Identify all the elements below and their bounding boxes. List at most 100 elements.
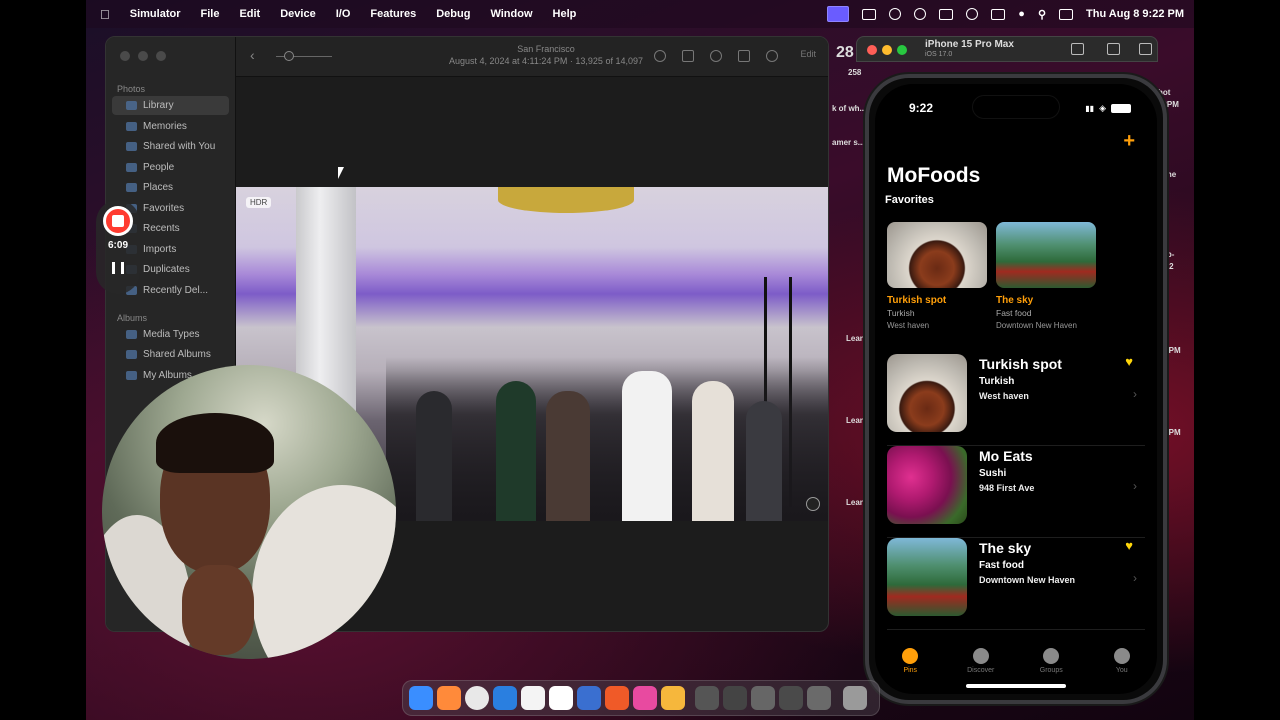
swift-icon[interactable] bbox=[605, 686, 629, 710]
record-icon[interactable] bbox=[914, 8, 927, 20]
bg-text: Lean bbox=[846, 498, 865, 507]
desktop:  Simulator File Edit Device I/O Feature… bbox=[86, 0, 1194, 720]
pause-icon[interactable] bbox=[112, 262, 124, 274]
info-icon[interactable] bbox=[654, 50, 666, 62]
zoom-button[interactable] bbox=[897, 45, 907, 55]
photo-person bbox=[416, 391, 452, 521]
add-button[interactable]: + bbox=[1123, 130, 1135, 153]
photo-crowd bbox=[386, 357, 828, 521]
sidebar-item-label: Duplicates bbox=[143, 264, 190, 275]
apple-menu-icon[interactable]:  bbox=[100, 7, 110, 22]
photo-person bbox=[496, 381, 536, 521]
screenshot-icon[interactable] bbox=[1107, 43, 1120, 55]
zoom-button[interactable] bbox=[156, 51, 166, 61]
window-thumbnail-icon[interactable] bbox=[751, 686, 775, 710]
favorite-card[interactable]: The sky Fast food Downtown New Haven bbox=[996, 222, 1096, 330]
bg-text: Lean bbox=[846, 334, 865, 343]
bg-text: 28 bbox=[836, 44, 854, 61]
photos-icon[interactable] bbox=[633, 686, 657, 710]
restaurant-row[interactable]: Mo Eats Sushi 948 First Ave › bbox=[887, 446, 1145, 538]
home-icon[interactable] bbox=[1071, 43, 1084, 55]
control-center-icon[interactable] bbox=[1059, 8, 1073, 20]
window-thumbnail-icon[interactable] bbox=[807, 686, 831, 710]
signal-icon: ▮▮ bbox=[1085, 104, 1095, 113]
close-icon[interactable] bbox=[806, 497, 820, 511]
launchpad-icon[interactable] bbox=[437, 686, 461, 710]
minimize-button[interactable] bbox=[138, 51, 148, 61]
menu-window[interactable]: Window bbox=[490, 8, 532, 20]
menu-io[interactable]: I/O bbox=[336, 8, 351, 20]
back-icon[interactable]: ‹ bbox=[250, 47, 255, 63]
tab-label: Pins bbox=[903, 667, 918, 674]
window-thumbnail-icon[interactable] bbox=[779, 686, 803, 710]
sidebar-item-memories[interactable]: Memories bbox=[112, 117, 229, 136]
menu-file[interactable]: File bbox=[200, 8, 219, 20]
restaurant-row[interactable]: Turkish spot Turkish West haven ♥ › bbox=[887, 354, 1145, 446]
os-version: iOS 17.0 bbox=[925, 51, 953, 58]
gear-icon[interactable] bbox=[889, 8, 902, 20]
close-button[interactable] bbox=[120, 51, 130, 61]
heart-icon[interactable]: ♥ bbox=[1125, 538, 1133, 553]
chrome-icon[interactable] bbox=[465, 686, 489, 710]
finder-icon[interactable] bbox=[409, 686, 433, 710]
window-controls bbox=[120, 51, 166, 61]
sidebar-item-places[interactable]: Places bbox=[112, 178, 229, 197]
search-icon[interactable]: ⚲ bbox=[1038, 8, 1046, 21]
close-button[interactable] bbox=[867, 45, 877, 55]
photo-location: San Francisco bbox=[517, 44, 575, 54]
favorite-card[interactable]: Turkish spot Turkish West haven bbox=[887, 222, 987, 330]
stop-record-button[interactable] bbox=[103, 206, 133, 236]
sketch-icon[interactable] bbox=[661, 686, 685, 710]
menu-features[interactable]: Features bbox=[370, 8, 416, 20]
share-icon[interactable] bbox=[682, 50, 694, 62]
sidebar-item-people[interactable]: People bbox=[112, 158, 229, 177]
zoom-slider-knob[interactable] bbox=[284, 51, 294, 61]
play-icon[interactable] bbox=[966, 8, 979, 20]
simulator-titlebar: iPhone 15 Pro Max iOS 17.0 bbox=[856, 36, 1158, 62]
trash-icon[interactable] bbox=[843, 686, 867, 710]
window-thumbnail-icon[interactable] bbox=[723, 686, 747, 710]
edit-button[interactable]: Edit bbox=[800, 49, 816, 59]
screen-mirror-icon[interactable] bbox=[827, 6, 850, 22]
record-elapsed: 6:09 bbox=[107, 240, 128, 251]
memories-icon bbox=[126, 122, 137, 131]
mouse-cursor-icon bbox=[338, 167, 344, 179]
notion-icon[interactable] bbox=[862, 8, 877, 20]
display-icon[interactable] bbox=[939, 8, 954, 20]
heart-icon[interactable]: ♥ bbox=[1125, 354, 1133, 369]
restaurant-location: 948 First Ave bbox=[979, 483, 1035, 493]
home-indicator[interactable] bbox=[966, 684, 1066, 688]
heart-icon[interactable] bbox=[710, 50, 722, 62]
vscode-icon[interactable] bbox=[577, 686, 601, 710]
rotate-icon[interactable] bbox=[1139, 43, 1152, 55]
wifi-icon[interactable]: ● bbox=[1018, 8, 1025, 20]
calendar-icon[interactable] bbox=[521, 686, 545, 710]
sidebar-item-shared[interactable]: Shared with You bbox=[112, 137, 229, 156]
menu-edit[interactable]: Edit bbox=[239, 8, 260, 20]
rotate-icon[interactable] bbox=[738, 50, 750, 62]
tab-you[interactable]: You bbox=[1087, 640, 1158, 694]
webcam-overlay bbox=[102, 365, 396, 659]
magic-wand-icon[interactable] bbox=[766, 50, 778, 62]
tab-pins[interactable]: Pins bbox=[875, 640, 946, 694]
photo-icon bbox=[126, 101, 137, 110]
sidebar-item-shared-albums[interactable]: Shared Albums bbox=[112, 345, 229, 364]
menu-app-name[interactable]: Simulator bbox=[130, 8, 181, 20]
battery-icon[interactable] bbox=[991, 8, 1006, 20]
menu-help[interactable]: Help bbox=[553, 8, 577, 20]
status-icons: ▮▮ ◈ bbox=[1085, 103, 1131, 114]
recording-widget: 6:09 bbox=[96, 200, 140, 294]
page-title: MoFoods bbox=[887, 164, 981, 187]
folder-icon bbox=[126, 330, 137, 339]
notion-icon[interactable] bbox=[549, 686, 573, 710]
restaurant-row[interactable]: The sky Fast food Downtown New Haven ♥ › bbox=[887, 538, 1145, 630]
sidebar-item-media-types[interactable]: Media Types bbox=[112, 325, 229, 344]
sidebar-item-library[interactable]: Library bbox=[112, 96, 229, 115]
minimize-button[interactable] bbox=[882, 45, 892, 55]
menu-debug[interactable]: Debug bbox=[436, 8, 470, 20]
folder-icon bbox=[126, 350, 137, 359]
window-thumbnail-icon[interactable] bbox=[695, 686, 719, 710]
menubar-datetime[interactable]: Thu Aug 8 9:22 PM bbox=[1086, 8, 1184, 20]
menu-device[interactable]: Device bbox=[280, 8, 315, 20]
xcode-icon[interactable] bbox=[493, 686, 517, 710]
